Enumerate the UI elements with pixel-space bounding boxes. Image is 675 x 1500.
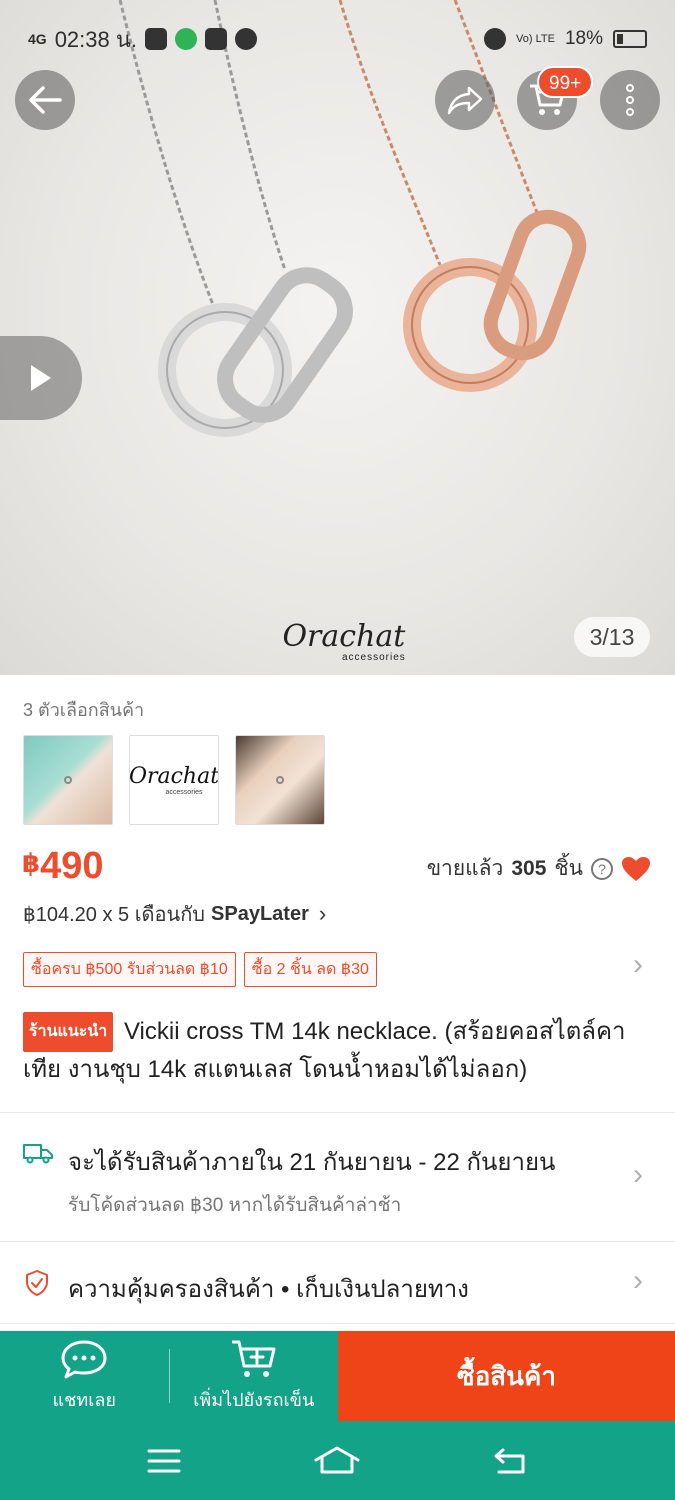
help-icon[interactable]: ?	[591, 857, 613, 880]
watermark-sub: accessories	[342, 652, 406, 663]
alarm-icon	[484, 28, 507, 50]
add-to-cart-icon	[231, 1340, 276, 1377]
menu-icon[interactable]	[147, 1448, 181, 1474]
home-icon[interactable]	[314, 1446, 360, 1476]
more-options-button[interactable]	[600, 70, 660, 130]
battery-icon	[613, 30, 647, 48]
add-to-cart-label: เพิ่มไปยังรถเข็น	[193, 1389, 315, 1410]
variant-thumbnail[interactable]	[23, 735, 113, 825]
shield-check-icon	[26, 1270, 48, 1296]
promo-tag: ซื้อครบ ฿500 รับส่วนลด ฿10	[23, 952, 236, 987]
chevron-right-icon: ›	[633, 1264, 643, 1297]
installment-brand: SPayLater	[211, 902, 309, 925]
back-button[interactable]	[15, 70, 75, 130]
play-video-button[interactable]	[0, 336, 82, 420]
variant-thumbnail[interactable]	[235, 735, 325, 825]
heart-icon[interactable]	[621, 856, 651, 882]
share-button[interactable]	[435, 70, 495, 130]
price-currency: ฿	[22, 848, 41, 878]
volte-indicator: Vo) LTE	[516, 33, 555, 45]
variant-thumbnails: Orachat accessories	[23, 735, 325, 825]
chat-button[interactable]: แชทเลย	[0, 1331, 169, 1421]
more-vertical-icon	[626, 84, 634, 116]
price-amount: 490	[40, 845, 104, 887]
price: ฿490	[22, 845, 104, 888]
network-indicator: 4G	[28, 31, 47, 47]
buy-now-button[interactable]: ซื้อสินค้า	[338, 1331, 675, 1421]
delivery-eta: จะได้รับสินค้าภายใน 21 กันยายน - 22 กันย…	[68, 1149, 556, 1176]
variant-logo: Orachat	[129, 764, 219, 789]
back-nav-icon[interactable]	[493, 1447, 529, 1475]
leaf-icon	[235, 28, 258, 50]
sold-unit: ชิ้น	[554, 857, 583, 880]
sold-label: ขายแล้ว	[426, 857, 504, 880]
guarantee-text: ความคุ้มครองสินค้า • เก็บเงินปลายทาง	[68, 1276, 469, 1303]
brand-watermark: Orachat accessories	[282, 619, 406, 664]
cart-count-badge: 99+	[537, 66, 594, 98]
product-image-carousel[interactable]: 4G 02:38 น. Vo) LTE 18% 99+ Orachat acce…	[0, 0, 675, 675]
sold-count: 305	[511, 856, 547, 880]
chat-icon	[61, 1340, 107, 1378]
watermark-brand: Orachat	[282, 619, 406, 654]
truck-icon	[23, 1144, 53, 1164]
divider	[0, 1112, 675, 1113]
instagram-icon	[145, 28, 168, 50]
add-to-cart-button[interactable]: เพิ่มไปยังรถเข็น	[170, 1331, 339, 1421]
bottom-action-bar: แชทเลย เพิ่มไปยังรถเข็น ซื้อสินค้า	[0, 1331, 675, 1421]
clock: 02:38 น.	[54, 26, 138, 52]
battery-percent: 18%	[564, 28, 603, 49]
variants-label: 3 ตัวเลือกสินค้า	[23, 700, 145, 720]
divider	[0, 1323, 675, 1324]
late-delivery-voucher: รับโค้ดส่วนลด ฿30 หากได้รับสินค้าล่าช้า	[68, 1195, 402, 1216]
installment-row[interactable]: ฿104.20 x 5 เดือนกับ SPayLater ›	[23, 898, 326, 930]
share-icon	[447, 86, 483, 115]
variant-thumbnail[interactable]: Orachat accessories	[129, 735, 219, 825]
product-title-text: Vickii cross TM 14k necklace. (สร้อยคอสไ…	[23, 1018, 626, 1083]
variant-logo-sub: accessories	[165, 789, 203, 796]
chat-label: แชทเลย	[52, 1389, 116, 1410]
play-icon	[31, 365, 51, 391]
recommended-shop-tag: ร้านแนะนำ	[23, 1012, 114, 1052]
sold-info: ขายแล้ว 305 ชิ้น ?	[427, 852, 651, 885]
line-icon	[175, 28, 198, 50]
notification-icon	[205, 28, 228, 50]
divider	[0, 1241, 675, 1242]
installment-text: ฿104.20 x 5 เดือนกับ	[23, 904, 206, 926]
product-title: ร้านแนะนำ Vickii cross TM 14k necklace. …	[23, 1012, 653, 1088]
arrow-left-icon	[29, 86, 62, 114]
promo-row[interactable]: ซื้อครบ ฿500 รับส่วนลด ฿10 ซื้อ 2 ชิ้น ล…	[23, 952, 377, 987]
image-counter: 3/13	[574, 617, 650, 657]
chevron-right-icon: ›	[318, 901, 327, 926]
promo-tag: ซื้อ 2 ชิ้น ลด ฿30	[243, 952, 377, 987]
chevron-right-icon: ›	[633, 1158, 643, 1191]
chevron-right-icon: ›	[633, 948, 643, 981]
system-navigation-bar	[0, 1421, 675, 1500]
